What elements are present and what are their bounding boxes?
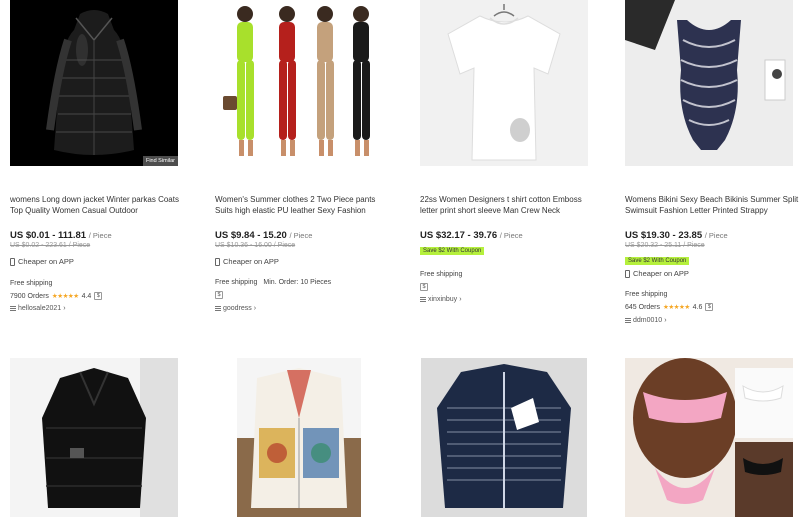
- original-price: US $10.36 - 16.00 / Piece: [215, 242, 296, 249]
- dollar-badge-icon: $: [215, 291, 223, 299]
- cheaper-on-app[interactable]: Cheaper on APP: [10, 257, 74, 266]
- dollar-badge-icon: $: [705, 303, 714, 311]
- shipping-info: Free shipping Min. Order: 10 Pieces: [215, 279, 332, 286]
- product-title[interactable]: Women's Summer clothes 2 Two Piece pants…: [215, 194, 393, 218]
- product-image[interactable]: [237, 358, 361, 517]
- product-price: US $19.30 - 23.85 / Piece: [625, 230, 728, 241]
- original-price: US $20.32 - 25.11 / Piece: [625, 242, 705, 249]
- product-image[interactable]: [625, 358, 793, 517]
- original-price: US $0.02 - 223.61 / Piece: [10, 242, 91, 249]
- store-link[interactable]: ddm0010 ›: [625, 317, 667, 324]
- store-icon: [420, 297, 426, 302]
- product-price: US $9.84 - 15.20 / Piece: [215, 230, 313, 241]
- find-similar-button[interactable]: Find Similar: [142, 156, 178, 166]
- rating-stars-icon: ★★★★★: [51, 293, 79, 300]
- rating-stars-icon: ★★★★★: [663, 304, 690, 311]
- store-link[interactable]: goodress ›: [215, 305, 256, 312]
- store-icon: [10, 306, 16, 311]
- product-image[interactable]: [625, 0, 793, 166]
- coupon-badge[interactable]: Save $2 With Coupon: [625, 257, 690, 265]
- phone-icon: [625, 269, 630, 278]
- product-image[interactable]: Find Similar: [10, 0, 178, 166]
- product-price: US $0.01 - 111.81 / Piece: [10, 230, 112, 241]
- product-image[interactable]: [10, 358, 178, 517]
- coupon-badge[interactable]: Save $2 With Coupon: [420, 247, 485, 255]
- dollar-badge-icon: $: [94, 292, 103, 300]
- product-title[interactable]: 22ss Women Designers t shirt cotton Embo…: [420, 194, 598, 218]
- store-icon: [215, 306, 221, 311]
- product-price: US $32.17 - 39.76 / Piece: [420, 230, 523, 241]
- cheaper-on-app[interactable]: Cheaper on APP: [625, 269, 689, 278]
- store-link[interactable]: xinxinbuy ›: [420, 296, 462, 303]
- store-link[interactable]: hellosale2021 ›: [10, 305, 66, 312]
- shipping-info: Free shipping: [625, 291, 668, 298]
- badges: $: [215, 291, 223, 299]
- phone-icon: [215, 257, 220, 266]
- shipping-info: Free shipping: [420, 271, 463, 278]
- product-image[interactable]: [421, 358, 587, 517]
- shipping-info: Free shipping: [10, 280, 53, 287]
- product-title[interactable]: womens Long down jacket Winter parkas Co…: [10, 194, 188, 218]
- product-image[interactable]: [215, 0, 383, 166]
- product-image[interactable]: [420, 0, 588, 166]
- phone-icon: [10, 257, 15, 266]
- badges: $: [420, 283, 428, 291]
- orders-rating: 645 Orders ★★★★★ 4.6 $: [625, 303, 714, 311]
- product-title[interactable]: Womens Bikini Sexy Beach Bikinis Summer …: [625, 194, 800, 218]
- cheaper-on-app[interactable]: Cheaper on APP: [215, 257, 279, 266]
- store-icon: [625, 318, 631, 323]
- dollar-badge-icon: $: [420, 283, 428, 291]
- orders-rating: 7900 Orders ★★★★★ 4.4 $: [10, 292, 103, 300]
